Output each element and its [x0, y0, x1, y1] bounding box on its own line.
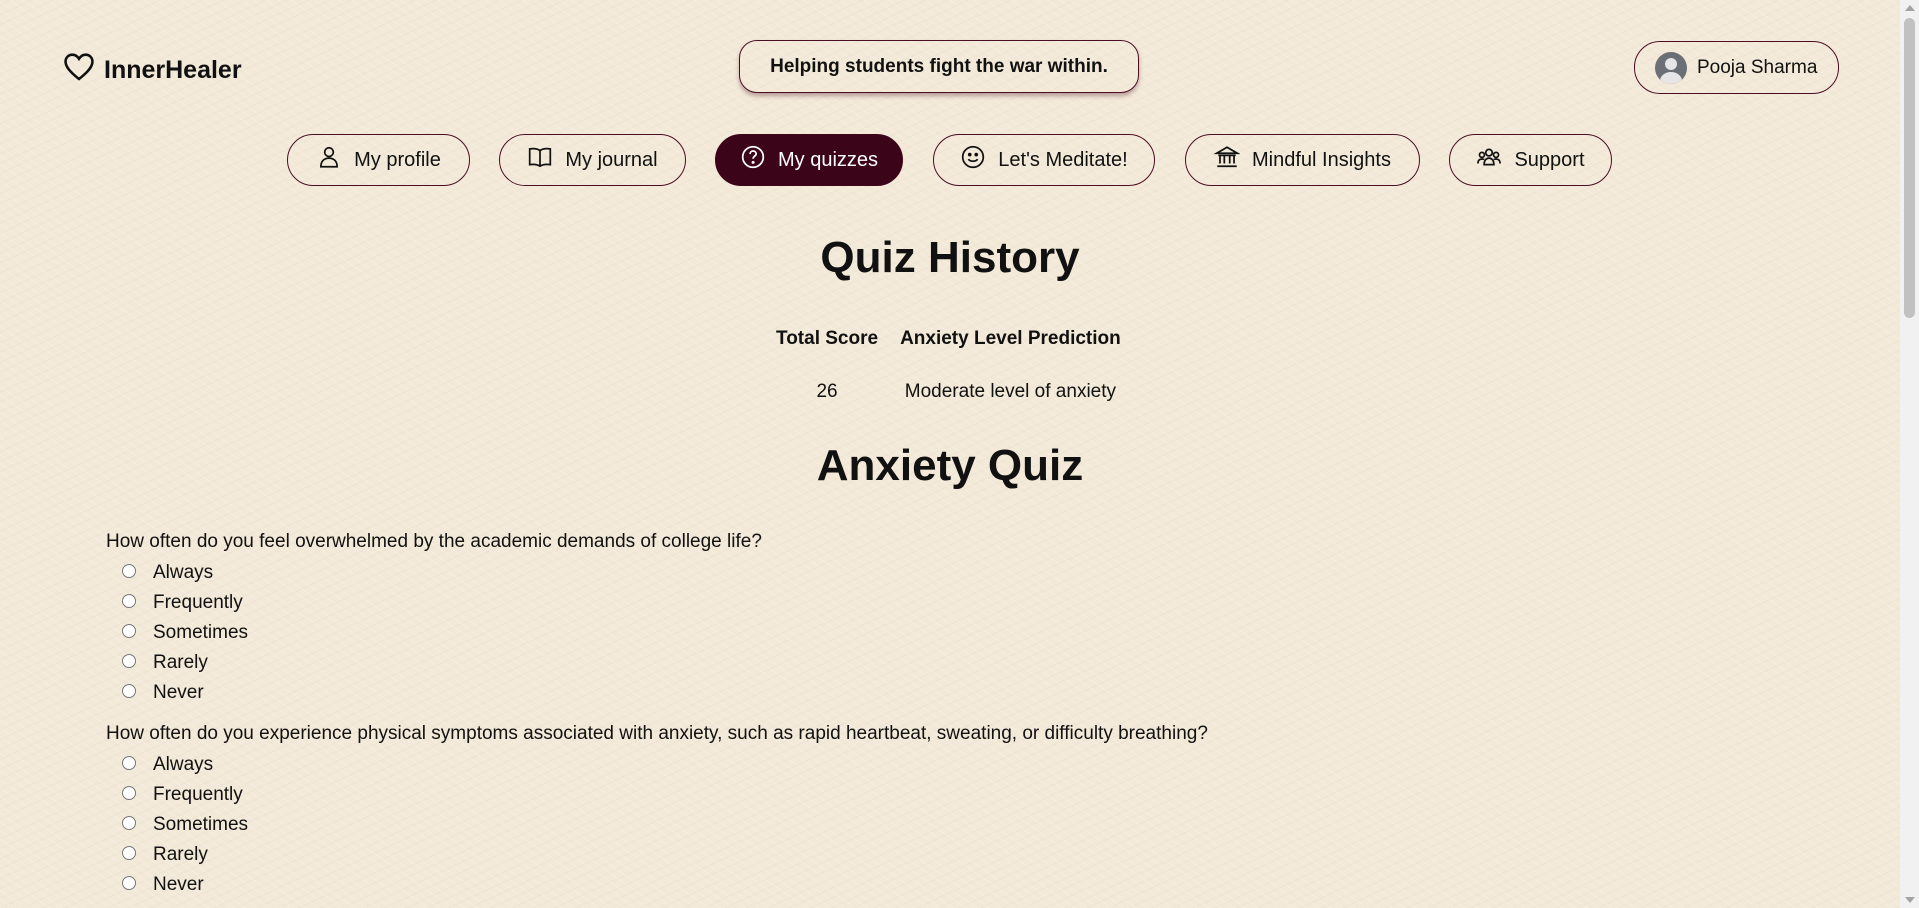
option-label: Always	[153, 562, 214, 583]
table-header-row: Total Score Anxiety Level Prediction	[765, 328, 1132, 364]
question-text: How often do you experience physical sym…	[106, 723, 1208, 744]
radio-button[interactable]	[122, 684, 136, 698]
option-sometimes[interactable]: Sometimes	[106, 618, 1806, 648]
nav-label: My journal	[565, 148, 658, 171]
nav-mindful-insights[interactable]: Mindful Insights	[1185, 134, 1420, 186]
user-avatar-icon	[1655, 51, 1687, 84]
column-header-total-score: Total Score	[776, 328, 879, 349]
scroll-down-arrow-icon[interactable]	[1905, 897, 1915, 903]
brand-name: InnerHealer	[104, 56, 242, 84]
nav-lets-meditate[interactable]: Let's Meditate!	[933, 134, 1155, 186]
nav-label: Mindful Insights	[1252, 148, 1391, 171]
person-icon	[316, 144, 342, 176]
radio-button[interactable]	[122, 846, 136, 860]
heart-icon	[62, 50, 96, 91]
option-never[interactable]: Never	[106, 870, 1806, 900]
nav-my-quizzes[interactable]: My quizzes	[715, 134, 903, 186]
radio-button[interactable]	[122, 594, 136, 608]
scrollbar-thumb[interactable]	[1904, 18, 1915, 318]
column-header-anxiety-level: Anxiety Level Prediction	[900, 328, 1121, 349]
vertical-scrollbar[interactable]	[1900, 0, 1919, 908]
nav-label: Let's Meditate!	[998, 148, 1128, 171]
radio-button[interactable]	[122, 876, 136, 890]
option-label: Never	[153, 682, 204, 703]
nav-label: My profile	[354, 148, 441, 171]
total-score-cell: 26	[816, 381, 838, 402]
option-frequently[interactable]: Frequently	[106, 588, 1806, 618]
option-label: Sometimes	[153, 622, 249, 643]
radio-button[interactable]	[122, 654, 136, 668]
page: InnerHealer Helping students fight the w…	[0, 0, 1900, 908]
tagline-text: Helping students fight the war within.	[770, 55, 1108, 77]
nav-support[interactable]: Support	[1449, 134, 1612, 186]
anxiety-level-cell: Moderate level of anxiety	[904, 381, 1117, 402]
question-circle-icon	[740, 144, 766, 176]
tagline-badge: Helping students fight the war within.	[739, 40, 1139, 93]
option-label: Frequently	[153, 592, 243, 613]
table-row: 26 Moderate level of anxiety	[765, 364, 1132, 403]
smile-icon	[960, 144, 986, 176]
option-label: Rarely	[153, 844, 208, 865]
quiz-history-table: Total Score Anxiety Level Prediction 26 …	[765, 328, 1132, 403]
nav-label: Support	[1514, 148, 1585, 171]
radio-button[interactable]	[122, 624, 136, 638]
book-icon	[527, 144, 553, 176]
option-sometimes[interactable]: Sometimes	[106, 810, 1806, 840]
option-rarely[interactable]: Rarely	[106, 840, 1806, 870]
question-text: How often do you feel overwhelmed by the…	[106, 531, 762, 552]
quiz-question-1: How often do you feel overwhelmed by the…	[106, 530, 1806, 708]
bank-icon	[1213, 144, 1241, 176]
option-rarely[interactable]: Rarely	[106, 648, 1806, 678]
user-menu-button[interactable]: Pooja Sharma	[1634, 41, 1839, 94]
anxiety-quiz-heading: Anxiety Quiz	[816, 441, 1084, 490]
option-frequently[interactable]: Frequently	[106, 780, 1806, 810]
people-icon	[1476, 144, 1502, 176]
radio-button[interactable]	[122, 564, 136, 578]
option-label: Never	[153, 874, 204, 895]
radio-button[interactable]	[122, 816, 136, 830]
radio-button[interactable]	[122, 756, 136, 770]
radio-button[interactable]	[122, 786, 136, 800]
option-label: Rarely	[153, 652, 208, 673]
option-label: Always	[153, 754, 214, 775]
quiz-questions: How often do you feel overwhelmed by the…	[106, 530, 1806, 908]
option-never[interactable]: Never	[106, 678, 1806, 708]
option-label: Frequently	[153, 784, 243, 805]
nav-my-profile[interactable]: My profile	[287, 134, 470, 186]
option-always[interactable]: Always	[106, 558, 1806, 588]
option-label: Sometimes	[153, 814, 249, 835]
option-always[interactable]: Always	[106, 750, 1806, 780]
nav-my-journal[interactable]: My journal	[499, 134, 686, 186]
scroll-up-arrow-icon[interactable]	[1905, 5, 1915, 11]
brand-logo[interactable]: InnerHealer	[62, 50, 242, 91]
quiz-question-2: How often do you experience physical sym…	[106, 722, 1806, 900]
user-name: Pooja Sharma	[1697, 56, 1818, 78]
nav-label: My quizzes	[777, 148, 879, 171]
quiz-history-heading: Quiz History	[820, 233, 1080, 282]
